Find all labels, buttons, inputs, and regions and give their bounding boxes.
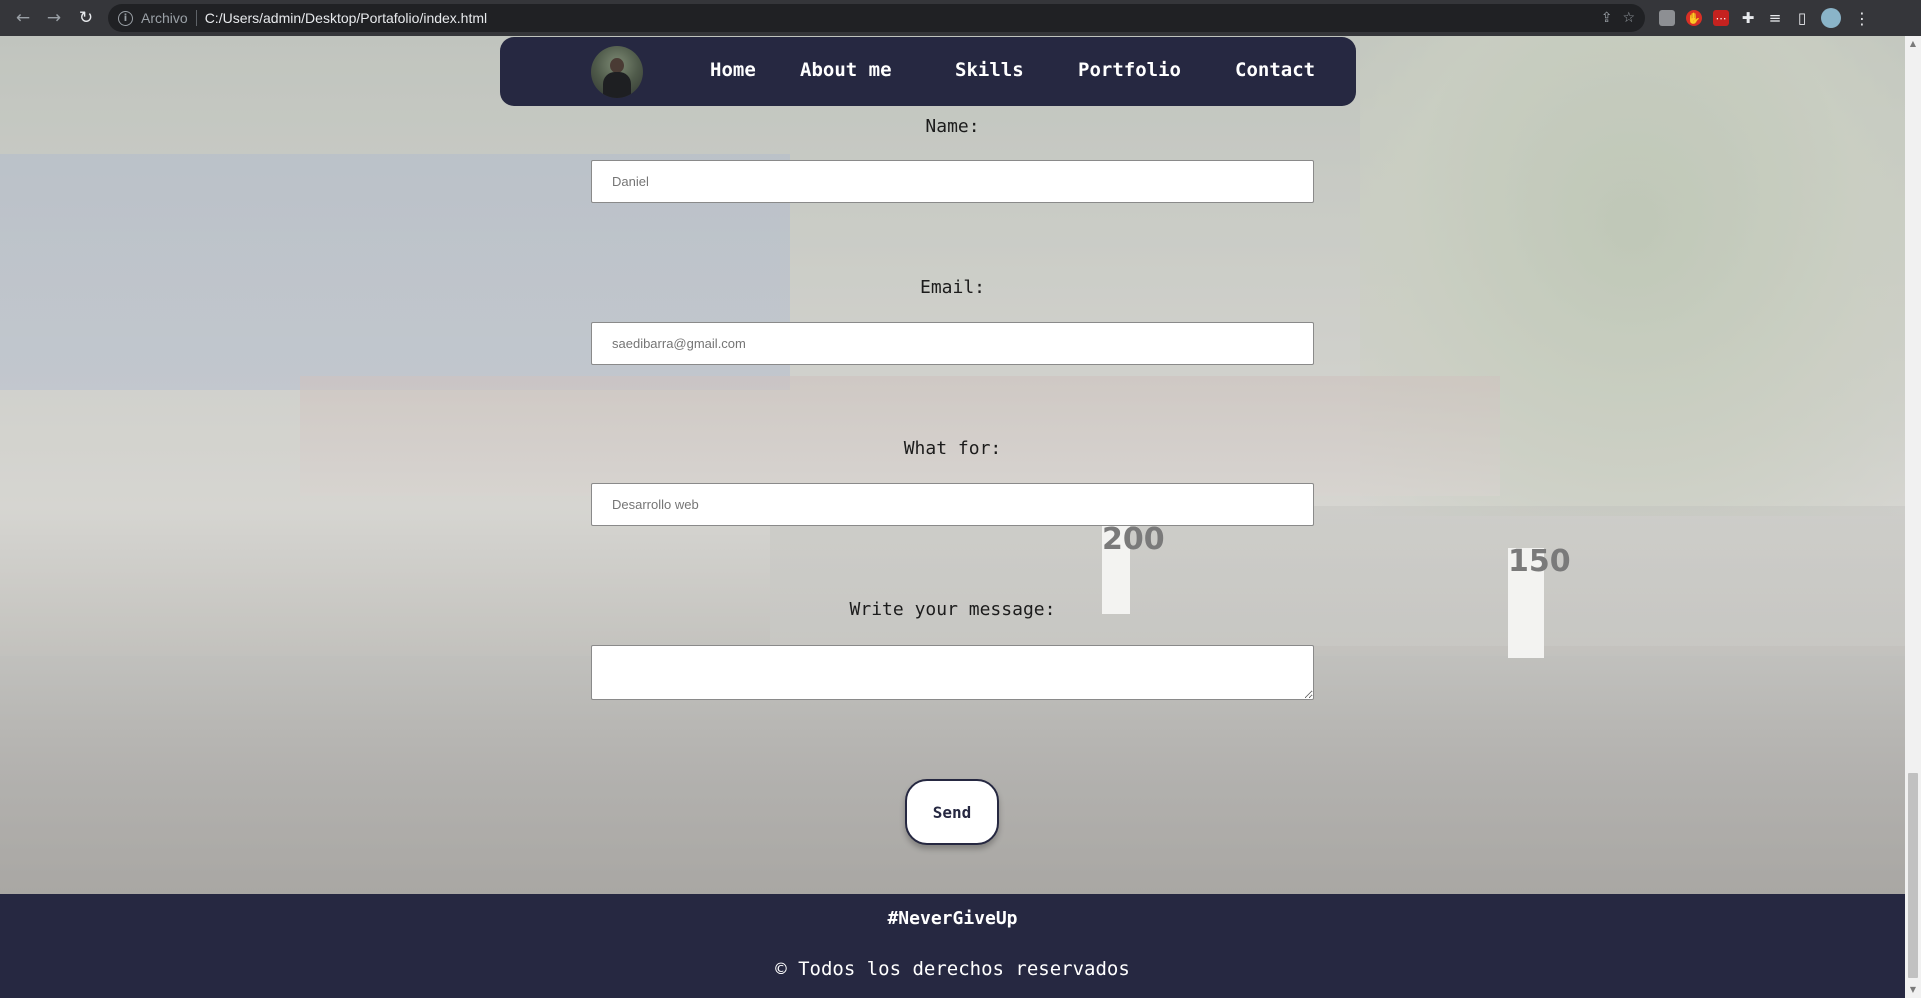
footer-copyright: © Todos los derechos reservados [775,958,1130,980]
email-field[interactable] [591,322,1314,365]
scroll-up-icon[interactable]: ▲ [1905,36,1921,52]
message-label: Write your message: [849,599,1056,620]
what-for-label: What for: [903,438,1002,459]
page: 200 150 Home About me Skills Portfolio C… [0,36,1905,998]
back-icon[interactable]: ← [9,4,37,32]
share-icon[interactable]: ⇪ [1601,10,1613,26]
scrollbar[interactable]: ▲ ▼ [1905,36,1921,998]
scroll-down-icon[interactable]: ▼ [1905,982,1921,998]
extension-icon[interactable] [1659,10,1675,26]
scheme-label: Archivo [141,10,188,26]
send-button[interactable]: Send [905,779,999,845]
reload-icon[interactable]: ↻ [72,4,100,32]
navbar: Home About me Skills Portfolio Contact [500,37,1356,106]
message-textarea[interactable] [591,645,1314,700]
forward-icon[interactable]: → [40,4,68,32]
name-field[interactable] [591,160,1314,203]
reading-list-icon[interactable]: ≡ [1767,9,1783,27]
url-text[interactable]: C:/Users/admin/Desktop/Portafolio/index.… [205,10,487,26]
nav-link-about-me[interactable]: About me [800,59,892,81]
info-icon[interactable]: i [118,10,133,26]
extensions-icon[interactable]: ✚ [1740,9,1756,27]
nav-link-home[interactable]: Home [710,59,756,81]
avatar-head [610,58,624,73]
nav-link-contact[interactable]: Contact [1235,59,1315,81]
menu-icon[interactable]: ⋮ [1854,9,1870,28]
star-icon[interactable]: ☆ [1622,10,1635,26]
avatar-body [603,72,631,98]
browser-toolbar: ← → ↻ i Archivo C:/Users/admin/Desktop/P… [0,0,1921,36]
extension-icon[interactable]: ⋯ [1713,10,1729,26]
address-bar[interactable]: i Archivo C:/Users/admin/Desktop/Portafo… [108,4,1645,32]
profile-avatar[interactable] [1821,8,1841,28]
footer-hashtag: #NeverGiveUp [887,908,1018,929]
name-label: Name: [925,116,980,137]
scroll-thumb[interactable] [1908,773,1918,978]
nav-link-skills[interactable]: Skills [955,59,1024,81]
nav-link-portfolio[interactable]: Portfolio [1078,59,1181,81]
side-panel-icon[interactable]: ▯ [1794,9,1810,27]
email-label: Email: [919,277,986,298]
avatar[interactable] [591,46,643,98]
divider [195,10,197,26]
extension-icon[interactable]: ✋ [1686,10,1702,26]
what-for-field[interactable] [591,483,1314,526]
footer: #NeverGiveUp © Todos los derechos reserv… [0,894,1905,998]
